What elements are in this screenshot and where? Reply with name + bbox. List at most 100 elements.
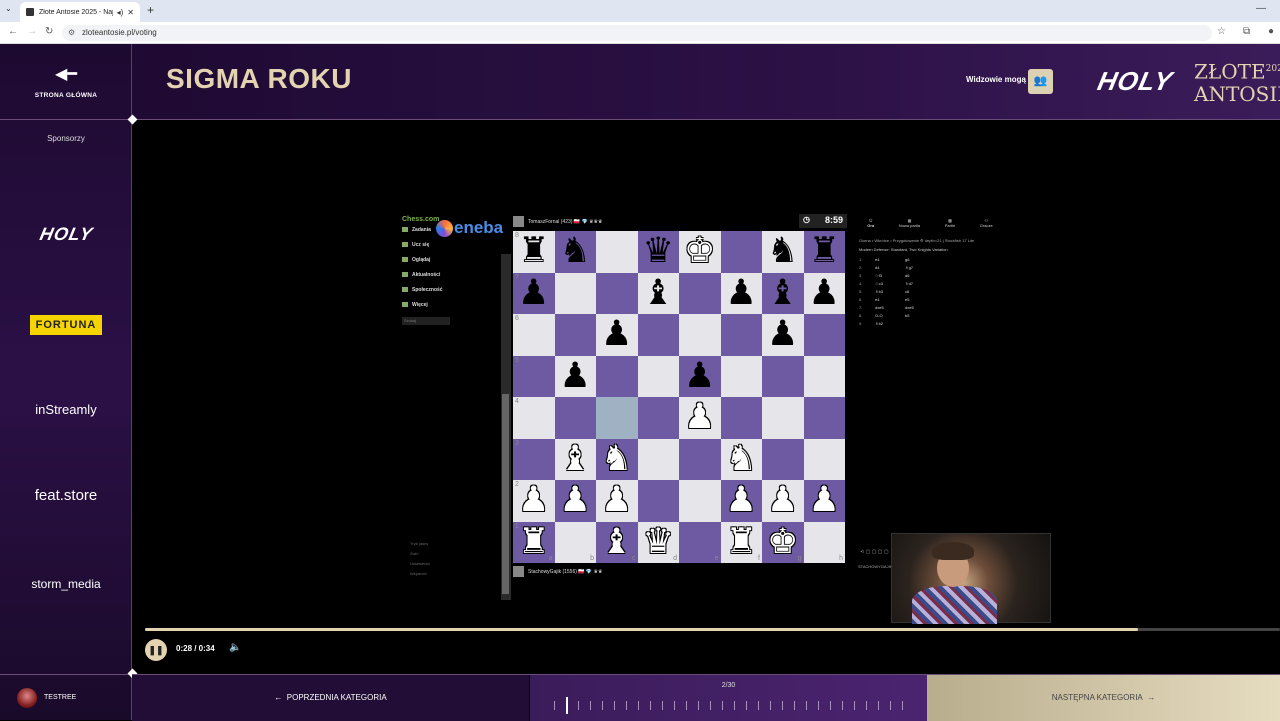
- category-navigation: ← POPRZEDNIA KATEGORIA 2/30 NASTĘPNA KAT…: [132, 674, 1280, 721]
- board-square: 8 ♜: [513, 231, 555, 273]
- black-bishop-icon: ♝: [642, 272, 674, 313]
- video-player[interactable]: Chess.com Zadania Ucz się Oglądaj Aktual…: [400, 214, 1051, 624]
- speaker-icon[interactable]: ◂): [117, 8, 124, 17]
- board-square: [596, 231, 638, 273]
- category-tick[interactable]: [686, 701, 687, 710]
- board-square: ♝: [637, 272, 679, 314]
- forward-icon[interactable]: →: [27, 26, 37, 37]
- category-tick[interactable]: [722, 701, 723, 710]
- category-tick[interactable]: [734, 701, 735, 710]
- board-square: ♞: [720, 438, 762, 480]
- white-knight-icon: ♞: [725, 438, 757, 479]
- extensions-icon[interactable]: ⧉: [1243, 26, 1250, 37]
- sponsor-fortuna[interactable]: FORTUNA: [0, 315, 132, 335]
- move-list: 1. e4 g6 2. d4 ♗g7 3. ♘f3 d6 4. ♘c3 ♗d7 5. ♗b3 c6 6. e4 e…: [855, 257, 1005, 326]
- bookmark-star-icon[interactable]: ☆: [1217, 26, 1226, 37]
- category-tick[interactable]: [806, 701, 807, 710]
- sponsor-instreamly[interactable]: inStreamly: [0, 401, 132, 419]
- category-tick[interactable]: [566, 697, 568, 714]
- category-tick[interactable]: [782, 701, 783, 710]
- sponsors-heading: Sponsorzy: [47, 134, 85, 143]
- category-tick[interactable]: [818, 701, 819, 710]
- browser-tab[interactable]: Złote Antosie 2025 - Najwię ◂) ✕: [20, 2, 140, 22]
- url-field[interactable]: ⚙ zloteantosie.pl/voting: [62, 25, 1212, 41]
- board-square: ♞: [554, 231, 596, 273]
- sponsor-holy[interactable]: HOLY: [0, 224, 132, 245]
- board-square: ♟: [803, 272, 845, 314]
- minimize-icon[interactable]: —: [1256, 3, 1266, 14]
- category-tick[interactable]: [710, 701, 711, 710]
- category-tick[interactable]: [854, 701, 855, 710]
- opening-name: Modern Defense: Standard, Two Knights Va…: [859, 247, 948, 252]
- board-square: [637, 438, 679, 480]
- profile-icon[interactable]: ●: [1268, 26, 1274, 37]
- arrow-right-icon: →: [1142, 693, 1156, 702]
- category-tick[interactable]: [878, 701, 879, 710]
- zlote-antosie-logo: ZŁOTE2025 ANTOSIE: [1194, 59, 1280, 106]
- menu-watch: Oglądaj: [402, 257, 500, 263]
- pause-icon: ❚❚: [148, 645, 164, 655]
- category-tick[interactable]: [554, 701, 555, 710]
- white-queen-icon: ♛: [642, 521, 674, 562]
- tab-title: Złote Antosie 2025 - Najwię: [39, 8, 113, 16]
- category-tick[interactable]: [830, 701, 831, 710]
- category-tick[interactable]: [890, 701, 891, 710]
- board-square: ♟: [762, 314, 804, 356]
- pause-button[interactable]: ❚❚: [145, 639, 167, 661]
- category-tick[interactable]: [866, 701, 867, 710]
- category-tick[interactable]: [626, 701, 627, 710]
- category-tick[interactable]: [746, 701, 747, 710]
- next-category-button[interactable]: NASTĘPNA KATEGORIA →: [927, 675, 1280, 721]
- board-square: 5: [513, 355, 555, 397]
- category-tick[interactable]: [674, 701, 675, 710]
- home-link[interactable]: ◀━ STRONA GŁÓWNA: [0, 44, 132, 120]
- board-square: ♛: [637, 231, 679, 273]
- category-ticks[interactable]: [554, 697, 904, 714]
- video-progress-bar[interactable]: [145, 628, 1280, 631]
- analysis-panel: ⏻ Gra ▦ Nowa partia ▩ Partie ⚇ Gracze Ocena …: [855, 214, 1005, 354]
- board-square: ♟: [762, 480, 804, 522]
- volume-icon[interactable]: 🔈: [229, 642, 241, 653]
- sponsor-stormmedia[interactable]: storm_media: [0, 575, 132, 593]
- site-info-icon[interactable]: ⚙: [68, 28, 75, 37]
- board-square: [803, 397, 845, 439]
- black-rook-icon: ♜: [808, 231, 840, 272]
- reload-icon[interactable]: ↻: [45, 26, 53, 37]
- board-square: [596, 355, 638, 397]
- clock-icon: ◷: [803, 215, 810, 224]
- category-tick[interactable]: [614, 701, 615, 710]
- black-pawn-icon: ♟: [767, 314, 799, 355]
- white-rook-icon: ♜: [518, 521, 550, 562]
- category-tick[interactable]: [638, 701, 639, 710]
- black-queen-icon: ♛: [642, 231, 674, 272]
- page-header: SIGMA ROKU Widzowie mogą 👥 HOLY ZŁOTE202…: [132, 44, 1280, 120]
- category-tick[interactable]: [794, 701, 795, 710]
- black-bishop-icon: ♝: [767, 272, 799, 313]
- board-square: ♜: [803, 231, 845, 273]
- category-tick[interactable]: [842, 701, 843, 710]
- category-tick[interactable]: [902, 701, 903, 710]
- category-tick[interactable]: [758, 701, 759, 710]
- category-tick[interactable]: [590, 701, 591, 710]
- move-row: 9. ♗b2: [859, 321, 884, 326]
- category-tick[interactable]: [698, 701, 699, 710]
- sponsor-featstore[interactable]: feat.store: [0, 487, 132, 505]
- back-icon[interactable]: ←: [8, 26, 18, 37]
- user-profile[interactable]: TESTREE: [0, 674, 132, 720]
- viewers-group-button[interactable]: 👥: [1028, 69, 1053, 94]
- category-tick[interactable]: [770, 701, 771, 710]
- board-square: [637, 480, 679, 522]
- category-tick[interactable]: [662, 701, 663, 710]
- category-tick[interactable]: [650, 701, 651, 710]
- black-pawn-icon: ♟: [725, 272, 757, 313]
- white-rook-icon: ♜: [725, 521, 757, 562]
- avatar: [17, 687, 37, 708]
- category-tick[interactable]: [602, 701, 603, 710]
- new-tab-button[interactable]: +: [147, 3, 154, 17]
- prev-category-button[interactable]: ← POPRZEDNIA KATEGORIA: [132, 675, 529, 721]
- board-square: h: [803, 521, 845, 563]
- tab-search-icon[interactable]: ⌄: [5, 4, 12, 13]
- tab-close-icon[interactable]: ✕: [127, 8, 134, 17]
- category-tick[interactable]: [578, 701, 579, 710]
- menu-community: Społeczność: [402, 287, 500, 293]
